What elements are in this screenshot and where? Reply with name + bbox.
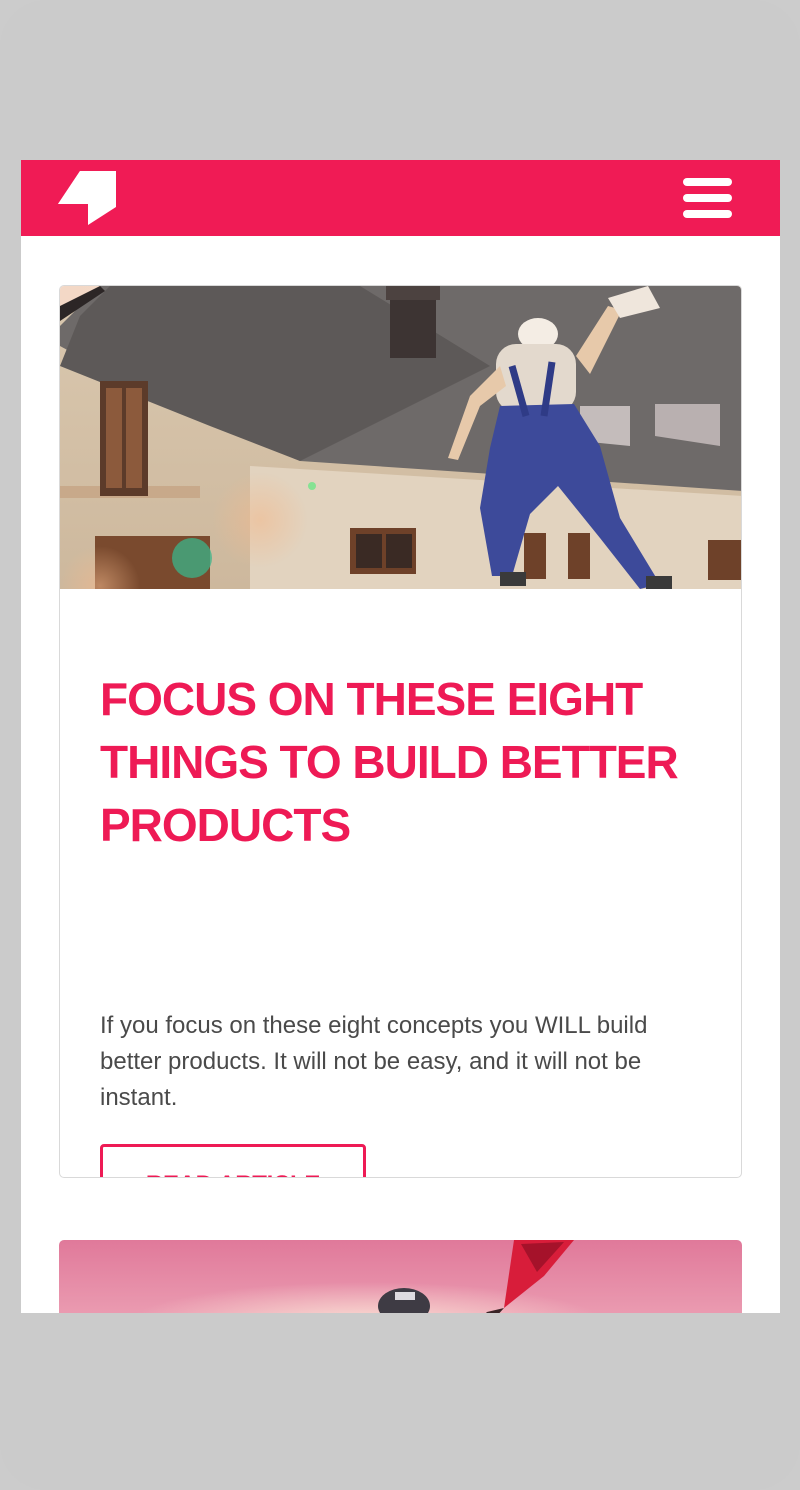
- article-hero-image[interactable]: [60, 286, 742, 589]
- article-card: [59, 1240, 742, 1313]
- read-article-button[interactable]: READ ARTICLE: [100, 1144, 366, 1177]
- article-card: FOCUS ON THESE EIGHT THINGS TO BUILD BET…: [59, 285, 742, 1178]
- top-navbar: [21, 160, 780, 236]
- article-hero-image[interactable]: [59, 1240, 742, 1313]
- menu-line: [683, 178, 732, 186]
- article-excerpt: If you focus on these eight concepts you…: [100, 1012, 648, 1111]
- arrow-logo-icon[interactable]: [58, 171, 116, 225]
- article-title[interactable]: FOCUS ON THESE EIGHT THINGS TO BUILD BET…: [100, 668, 710, 857]
- screen: FOCUS ON THESE EIGHT THINGS TO BUILD BET…: [21, 160, 780, 1313]
- menu-line: [683, 194, 732, 202]
- menu-line: [683, 210, 732, 218]
- hamburger-menu-icon[interactable]: [681, 176, 735, 220]
